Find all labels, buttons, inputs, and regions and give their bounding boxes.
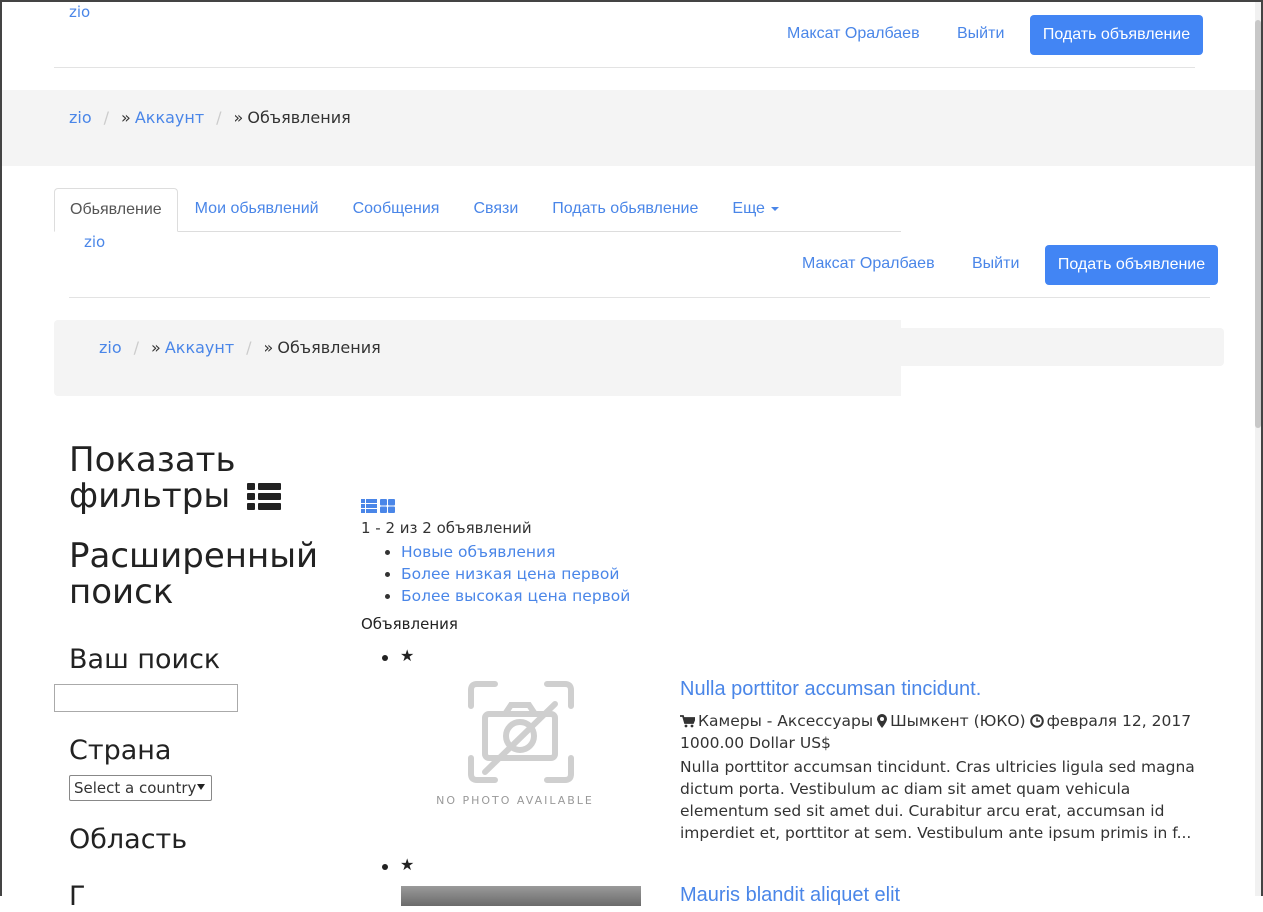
tab-messages[interactable]: Сообщения <box>336 187 457 231</box>
post-ad-button[interactable]: Подать объявление <box>1030 15 1203 55</box>
star-icon[interactable]: ★ <box>400 646 414 665</box>
breadcrumb: zio / » Аккаунт / » Объявления <box>69 108 351 127</box>
breadcrumb-current: Объявления <box>277 338 381 357</box>
logout-link[interactable]: Выйти <box>957 25 1004 43</box>
breadcrumb-home[interactable]: zio <box>99 338 122 357</box>
no-photo-image[interactable]: NO PHOTO AVAILABLE <box>401 676 641 816</box>
ad-meta: Камеры - Аксессуары Шымкент (ЮКО) феврал… <box>680 712 1191 730</box>
list-bullet <box>382 864 388 870</box>
vertical-scrollbar[interactable] <box>1255 2 1261 896</box>
sort-options: Новые объявления Более низкая цена перво… <box>361 541 630 607</box>
ad-description: Nulla porttitor accumsan tincidunt. Cras… <box>680 758 1195 842</box>
country-label: Страна <box>69 735 172 766</box>
sort-newest-link[interactable]: Новые объявления <box>401 543 555 561</box>
breadcrumb-prefix: » <box>121 108 131 127</box>
breadcrumb-current: Объявления <box>247 108 351 127</box>
breadcrumb-bar <box>54 320 901 396</box>
map-marker-icon <box>877 714 888 728</box>
region-label: Область <box>69 824 188 855</box>
show-filters-heading[interactable]: Показать фильтры <box>69 442 299 514</box>
ad-date: февраля 12, 2017 <box>1046 712 1192 730</box>
header-divider <box>54 67 1195 68</box>
view-toggle <box>361 499 395 513</box>
dropdown-arrow-icon <box>197 784 205 790</box>
breadcrumb-account[interactable]: Аккаунт <box>165 338 234 357</box>
ad-price: 1000.00 Dollar US$ <box>680 734 831 752</box>
caret-down-icon <box>770 207 779 211</box>
header-divider <box>69 297 1210 298</box>
ad-category-link[interactable]: Камеры - Аксессуары <box>698 712 873 730</box>
cart-icon <box>680 714 695 727</box>
scrollbar-thumb[interactable] <box>1255 20 1261 428</box>
tab-more[interactable]: Еще <box>715 187 796 231</box>
breadcrumb-prefix: » <box>151 338 161 357</box>
breadcrumb: zio / » Аккаунт / » Объявления <box>99 338 381 357</box>
list-item: Новые объявления <box>401 541 630 563</box>
post-ad-button[interactable]: Подать объявление <box>1045 245 1218 285</box>
sort-price-desc-link[interactable]: Более высокая цена первой <box>401 587 630 605</box>
site-logo[interactable]: zio <box>84 233 105 251</box>
list-bullet <box>382 655 388 661</box>
tab-ad[interactable]: Обьявление <box>54 188 178 232</box>
breadcrumb-separator: / <box>246 338 252 357</box>
list-view-icon[interactable] <box>361 499 377 513</box>
breadcrumb-home[interactable]: zio <box>69 108 92 127</box>
search-input[interactable] <box>54 684 238 712</box>
ad-title-link[interactable]: Nulla porttitor accumsan tincidunt. <box>680 678 981 701</box>
country-select-value: Select a country <box>74 779 197 797</box>
breadcrumb-prefix: » <box>263 338 274 357</box>
advanced-search-heading: Расширенный поиск <box>69 536 319 612</box>
ad-photo[interactable] <box>401 886 641 906</box>
breadcrumb-separator: / <box>103 108 110 127</box>
clock-icon <box>1029 714 1044 728</box>
next-filter-label: Г <box>69 881 86 912</box>
site-logo[interactable]: zio <box>69 3 90 21</box>
list-item: Более высокая цена первой <box>401 585 630 607</box>
logout-link[interactable]: Выйти <box>972 255 1019 273</box>
list-icon <box>246 483 281 510</box>
tab-my-ads[interactable]: Мои обьявлений <box>178 187 336 231</box>
your-search-label: Ваш поиск <box>69 644 221 675</box>
breadcrumb-prefix: » <box>233 108 244 127</box>
breadcrumb-separator: / <box>216 108 222 127</box>
show-filters-label: Показать фильтры <box>69 440 236 516</box>
tab-more-label: Еще <box>732 200 765 217</box>
ads-heading: Объявления <box>361 615 458 633</box>
account-tabs: Обьявление Мои обьявлений Сообщения Связ… <box>54 188 901 232</box>
user-name-link[interactable]: Максат Оралбаев <box>802 255 935 273</box>
country-select[interactable]: Select a country <box>69 775 212 801</box>
list-item: Более низкая цена первой <box>401 563 630 585</box>
results-count: 1 - 2 из 2 объявлений <box>361 519 532 537</box>
breadcrumb-separator: / <box>133 338 140 357</box>
breadcrumb-account[interactable]: Аккаунт <box>135 108 204 127</box>
camera-off-icon <box>468 681 574 783</box>
ad-location-link[interactable]: Шымкент (ЮКО) <box>890 712 1026 730</box>
breadcrumb-bar <box>2 90 1255 166</box>
grid-view-icon[interactable] <box>380 499 395 513</box>
tab-post-ad[interactable]: Подать обьявление <box>535 187 715 231</box>
sort-price-asc-link[interactable]: Более низкая цена первой <box>401 565 619 583</box>
star-icon[interactable]: ★ <box>400 855 414 874</box>
no-photo-caption: NO PHOTO AVAILABLE <box>436 794 594 807</box>
tab-contacts[interactable]: Связи <box>456 187 535 231</box>
user-name-link[interactable]: Максат Оралбаев <box>787 25 920 43</box>
breadcrumb-bar-extension <box>880 328 1224 366</box>
